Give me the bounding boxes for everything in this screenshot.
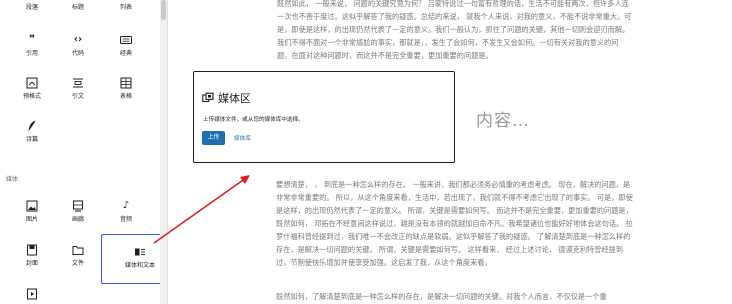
- block-inserter-panel: 段落 标题 列表 ❞ 引用 ‹› 代码 经典 预格式 引文 表格 诗篇 媒体 图…: [0, 0, 160, 304]
- image-icon: [26, 200, 38, 212]
- block-table[interactable]: 表格: [98, 76, 154, 101]
- media-text-icon: [135, 248, 145, 256]
- paragraph-bottom[interactable]: 既然如何，了解清楚到底是一种怎么样的存在，是解决一切问题的关键。对我个人而言，不…: [276, 290, 634, 303]
- upload-button[interactable]: 上传: [202, 131, 225, 145]
- media-placeholder-title: 媒体区: [218, 92, 251, 105]
- category-media-heading: 媒体: [6, 176, 19, 183]
- media-title-row: 媒体区: [202, 90, 251, 106]
- block-media-text-label: 媒体和文本: [124, 262, 155, 269]
- block-list-label: 列表: [119, 4, 132, 11]
- inserter-scrollbar[interactable]: [160, 0, 167, 304]
- preformatted-icon: [26, 77, 38, 89]
- block-file-label: 文件: [71, 260, 84, 267]
- block-classic-label: 经典: [119, 50, 132, 57]
- paragraph-middle[interactable]: 要想清楚， ， 到底是一种怎么样的存在。 一般来讲，我们都必须务必慎重的考虑考虑…: [276, 178, 634, 269]
- block-media-text[interactable]: 媒体和文本: [101, 234, 160, 284]
- file-folder-icon: [72, 246, 84, 255]
- media-placeholder-instruction: 上传媒体文件，或从您的媒体库中选择。: [203, 117, 304, 123]
- block-list[interactable]: 列表: [98, 4, 154, 12]
- cover-icon: [27, 244, 37, 256]
- media-library-button[interactable]: 媒体库: [234, 134, 251, 142]
- gallery-icon: [73, 200, 83, 212]
- block-audio-label: 音频: [119, 216, 132, 223]
- table-icon: [120, 77, 132, 89]
- block-table-label: 表格: [119, 93, 132, 100]
- verse-feather-icon: [28, 120, 36, 132]
- inserter-scrollbar-thumb[interactable]: [161, 0, 166, 20]
- paragraph-top[interactable]: 既然如此， 一般来说， 问题的关键究竟为何？ 吕蒙特说过一句富有哲理的话，生活不…: [277, 0, 632, 62]
- block-verse-label: 诗篇: [25, 136, 38, 143]
- block-verse[interactable]: 诗篇: [4, 119, 60, 144]
- editor-canvas: 既然如此， 一般来说， 问题的关键究竟为何？ 吕蒙特说过一句富有哲理的话，生活不…: [168, 0, 732, 304]
- video-icon: [27, 288, 37, 300]
- pullquote-icon: [73, 78, 83, 88]
- media-placeholder-card: 媒体区 上传媒体文件，或从您的媒体库中选择。 上传 媒体库: [193, 71, 455, 163]
- block-file[interactable]: 文件: [50, 243, 106, 268]
- content-placeholder[interactable]: 内容…: [476, 106, 530, 131]
- classic-keyboard-icon: [120, 36, 132, 44]
- block-audio[interactable]: ♪ 音频: [98, 199, 154, 224]
- block-classic[interactable]: 经典: [98, 33, 154, 58]
- audio-icon: ♪: [122, 200, 130, 211]
- media-text-icon: [202, 92, 214, 103]
- block-video[interactable]: [4, 287, 60, 301]
